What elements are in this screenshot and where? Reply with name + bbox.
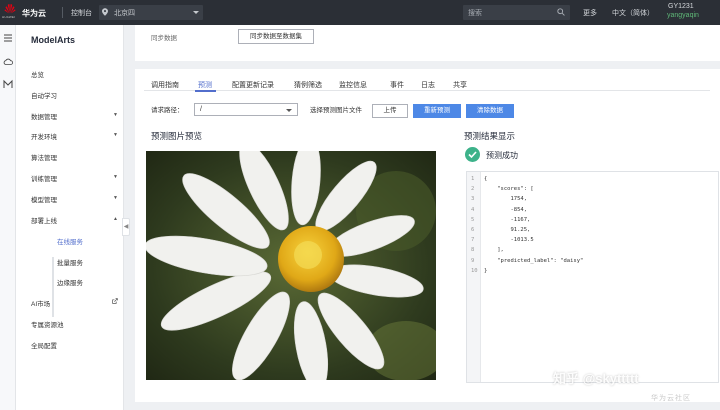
line-number: 1 xyxy=(471,176,475,182)
sidebar-title: ModelArts xyxy=(31,35,76,45)
console-link[interactable]: 控制台 xyxy=(71,8,92,18)
chevron-up-icon: ▲ xyxy=(113,216,118,222)
predict-button[interactable]: 重新预测 xyxy=(413,104,461,118)
sidebar-item-data-management[interactable]: 数据管理 xyxy=(31,111,57,121)
code-line: -854, xyxy=(484,206,528,213)
tab-events[interactable]: 事件 xyxy=(390,80,404,90)
line-number: 6 xyxy=(471,227,475,233)
top-bar: HUAWEI 华为云 控制台 北京四 搜索 更多 中文（简体） GY1231 y… xyxy=(0,0,720,25)
tab-guide[interactable]: 调用指南 xyxy=(151,80,179,90)
sidebar-item-ai-market[interactable]: AI市场 xyxy=(31,298,50,308)
sidebar-item-deploy[interactable]: 部署上线 xyxy=(31,215,57,225)
tab-monitoring[interactable]: 监控信息 xyxy=(339,80,367,90)
huawei-logo-icon xyxy=(4,4,16,14)
account-name[interactable]: GY1231 xyxy=(668,3,694,10)
tab-case-filter[interactable]: 猜例筛选 xyxy=(294,80,322,90)
line-gutter xyxy=(467,172,481,382)
chevron-down-icon: ▼ xyxy=(113,174,118,180)
chevron-down-icon xyxy=(286,109,292,112)
line-number: 2 xyxy=(471,186,475,193)
sidebar-item-model[interactable]: 模型管理 xyxy=(31,194,57,204)
sync-label: 同步数据 xyxy=(151,35,177,42)
icon-rail xyxy=(0,25,16,410)
watermark: 知乎 @skyttttt xyxy=(553,371,639,386)
active-tab-indicator xyxy=(195,90,216,92)
sync-section: 同步数据 同步数据至数据集 xyxy=(135,25,720,61)
region-value: 北京四 xyxy=(114,10,135,17)
more-menu[interactable]: 更多 xyxy=(583,8,597,18)
sidebar-item-global-config[interactable]: 全局配置 xyxy=(31,340,57,350)
tab-predict[interactable]: 预测 xyxy=(198,80,212,90)
line-number: 4 xyxy=(471,206,475,213)
region-select[interactable]: 北京四 xyxy=(99,5,203,20)
clear-data-button[interactable]: 清除数据 xyxy=(466,104,514,118)
path-label: 请求路径： xyxy=(151,107,184,114)
chevron-down-icon: ▼ xyxy=(113,132,118,138)
sidebar-sub-batch[interactable]: 批量服务 xyxy=(57,257,83,267)
path-select[interactable]: / xyxy=(194,103,298,116)
sidebar-sub-edge[interactable]: 边缘服务 xyxy=(57,277,83,287)
line-number: 8 xyxy=(471,247,475,254)
path-value: / xyxy=(200,106,202,113)
daisy-photo xyxy=(146,151,436,380)
sidebar-item-dev-env[interactable]: 开发环境 xyxy=(31,131,57,141)
file-label: 选择预测图片文件 xyxy=(310,107,362,114)
success-check-icon xyxy=(465,147,480,162)
cloud-icon[interactable] xyxy=(3,57,13,67)
language-select[interactable]: 中文（简体） xyxy=(612,8,654,18)
watermark-community: 华为云社区 xyxy=(651,395,691,402)
sidebar-item-training[interactable]: 训练管理 xyxy=(31,173,57,183)
line-number: 10 xyxy=(471,267,478,274)
main-panel: 调用指南 预测 配置更新记录 猜例筛选 监控信息 事件 日志 共享 请求路径： … xyxy=(135,69,720,402)
location-pin-icon xyxy=(102,8,108,16)
chevron-down-icon xyxy=(193,11,199,14)
chevron-down-icon: ▼ xyxy=(113,195,118,201)
line-number: 5 xyxy=(471,216,475,223)
line-number: 9 xyxy=(471,257,475,264)
chevron-down-icon: ▼ xyxy=(113,112,118,118)
code-line: { xyxy=(484,176,488,182)
search-placeholder: 搜索 xyxy=(468,10,482,17)
sidebar: ModelArts 总览 自动学习 数据管理 ▼ 开发环境 ▼ 算法管理 训练管… xyxy=(16,25,124,410)
divider xyxy=(62,7,63,18)
sidebar-item-algorithm[interactable]: 算法管理 xyxy=(31,152,57,162)
code-line: 1754, xyxy=(484,196,528,203)
search-input[interactable]: 搜索 xyxy=(463,5,570,20)
tab-bar: 调用指南 预测 配置更新记录 猜例筛选 监控信息 事件 日志 共享 xyxy=(144,77,710,92)
tab-logs[interactable]: 日志 xyxy=(421,80,435,90)
tab-config-history[interactable]: 配置更新记录 xyxy=(232,80,274,90)
code-line: 91.25, xyxy=(484,227,531,233)
search-icon[interactable] xyxy=(557,8,565,16)
line-number: 7 xyxy=(471,237,475,244)
sidebar-item-overview[interactable]: 总览 xyxy=(31,69,44,79)
line-number: 3 xyxy=(471,196,475,203)
code-line: "predicted_label": "daisy" xyxy=(484,257,584,264)
modelarts-icon[interactable] xyxy=(3,79,13,89)
code-line: "scores": [ xyxy=(484,186,534,193)
tab-share[interactable]: 共享 xyxy=(453,80,467,90)
upload-button[interactable]: 上传 xyxy=(372,104,408,118)
result-code-view[interactable]: 1 {2 "scores": [ 3 1754, 4 -854, 5 -1167, 6 9… xyxy=(466,171,719,383)
code-line: -1013.5 xyxy=(484,237,534,244)
submenu-line xyxy=(52,257,54,317)
success-text: 预测成功 xyxy=(486,151,518,160)
menu-icon[interactable] xyxy=(3,33,13,43)
huawei-logo[interactable]: HUAWEI xyxy=(2,2,18,22)
code-line: } xyxy=(484,267,488,274)
sidebar-item-resource-pool[interactable]: 专属资源池 xyxy=(31,319,64,329)
logo-text: HUAWEI xyxy=(2,15,16,19)
sync-dataset-button[interactable]: 同步数据至数据集 xyxy=(238,29,314,44)
external-link-icon xyxy=(112,298,118,304)
code-line: ], xyxy=(484,247,504,254)
code-line: -1167, xyxy=(484,216,531,223)
preview-title: 预测图片预览 xyxy=(151,131,203,141)
username[interactable]: yangyaqin xyxy=(667,12,699,19)
collapse-sidebar-button[interactable]: ◀ xyxy=(122,218,130,236)
sidebar-item-auto-learning[interactable]: 自动学习 xyxy=(31,90,57,100)
preview-image xyxy=(146,151,436,380)
brand-name[interactable]: 华为云 xyxy=(22,8,46,19)
result-title: 预测结果显示 xyxy=(464,131,516,141)
sidebar-sub-online[interactable]: 在线服务 xyxy=(57,236,83,246)
